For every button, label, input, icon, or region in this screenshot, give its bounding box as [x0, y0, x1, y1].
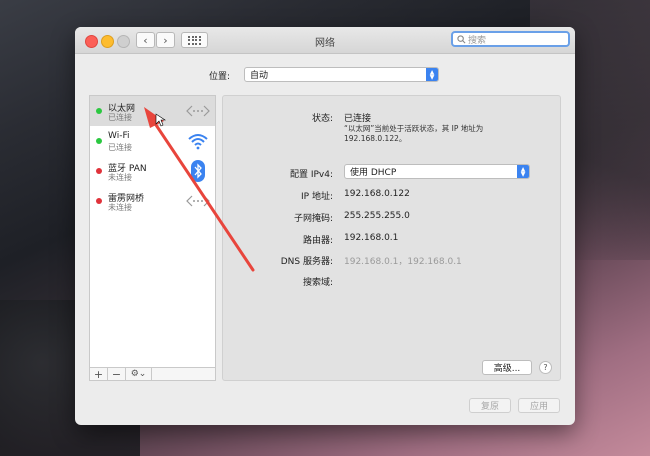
subnet-mask-label: 子网掩码:	[293, 214, 333, 224]
apply-button[interactable]: 应用	[518, 398, 560, 413]
remove-service-button[interactable]: −	[108, 368, 126, 381]
add-service-button[interactable]: +	[90, 368, 108, 381]
config-ipv4-value: 使用 DHCP	[350, 168, 397, 178]
service-list: 以太网 已连接 Wi-Fi 已连接 蓝牙 PAN 未连接 雷雳网桥 未连接	[89, 95, 216, 381]
service-list-toolbar: + − ⚙︎⌄	[89, 367, 216, 381]
search-domain-label: 搜索域:	[302, 278, 333, 288]
advanced-button[interactable]: 高级...	[482, 360, 532, 375]
status-note: “以太网”当前处于活跃状态，其 IP 地址为 192.168.0.122。	[344, 124, 484, 143]
help-button[interactable]: ?	[539, 361, 552, 374]
subnet-mask-value: 255.255.255.0	[344, 211, 410, 221]
service-status: 未连接	[108, 203, 132, 212]
search-icon	[457, 34, 466, 43]
search-placeholder: 搜索	[468, 35, 487, 46]
service-status: 已连接	[108, 113, 132, 122]
service-item-wifi[interactable]: Wi-Fi 已连接	[90, 126, 215, 156]
service-detail-panel: 状态: 已连接 “以太网”当前处于活跃状态，其 IP 地址为 192.168.0…	[222, 95, 561, 381]
dns-server-value: 192.168.0.1，192.168.0.1	[344, 257, 462, 267]
status-label: 状态:	[311, 114, 333, 124]
thunderbolt-bridge-icon	[186, 190, 210, 212]
service-status: 未连接	[108, 173, 132, 182]
config-ipv4-select[interactable]: 使用 DHCP ▲ ▼	[344, 164, 530, 179]
location-label: 位置:	[209, 72, 231, 82]
service-item-ethernet[interactable]: 以太网 已连接	[90, 96, 215, 126]
config-ipv4-label: 配置 IPv4:	[289, 170, 333, 180]
status-value: 已连接	[344, 114, 372, 124]
location-select[interactable]: 自动 ▲ ▼	[244, 67, 439, 82]
router-label: 路由器:	[302, 236, 333, 246]
ethernet-icon	[186, 100, 210, 122]
network-preferences-window: ‹ › 网络 搜索 位置: 自动 ▲ ▼ 以太网 已连接 Wi-Fi 已连接 蓝…	[75, 27, 575, 425]
bluetooth-icon	[186, 160, 210, 182]
revert-button[interactable]: 复原	[469, 398, 511, 413]
service-item-thunderbolt-bridge[interactable]: 雷雳网桥 未连接	[90, 186, 215, 216]
gear-menu-button[interactable]: ⚙︎⌄	[126, 368, 152, 380]
ip-address-value: 192.168.0.122	[344, 189, 410, 199]
service-item-bluetooth-pan[interactable]: 蓝牙 PAN 未连接	[90, 156, 215, 186]
updown-chevron-icon: ▲ ▼	[426, 68, 438, 81]
updown-chevron-icon: ▲ ▼	[517, 165, 529, 178]
search-field[interactable]: 搜索	[451, 31, 570, 47]
service-name: Wi-Fi	[108, 131, 130, 141]
status-dot	[96, 198, 102, 204]
dns-server-label: DNS 服务器:	[280, 257, 333, 267]
title-bar: ‹ › 网络 搜索	[75, 27, 575, 54]
router-value: 192.168.0.1	[344, 233, 399, 243]
status-dot	[96, 108, 102, 114]
wifi-icon	[186, 130, 210, 152]
location-value: 自动	[250, 71, 269, 81]
status-dot	[96, 138, 102, 144]
ip-address-label: IP 地址:	[301, 192, 333, 202]
status-dot	[96, 168, 102, 174]
service-status: 已连接	[108, 143, 132, 152]
